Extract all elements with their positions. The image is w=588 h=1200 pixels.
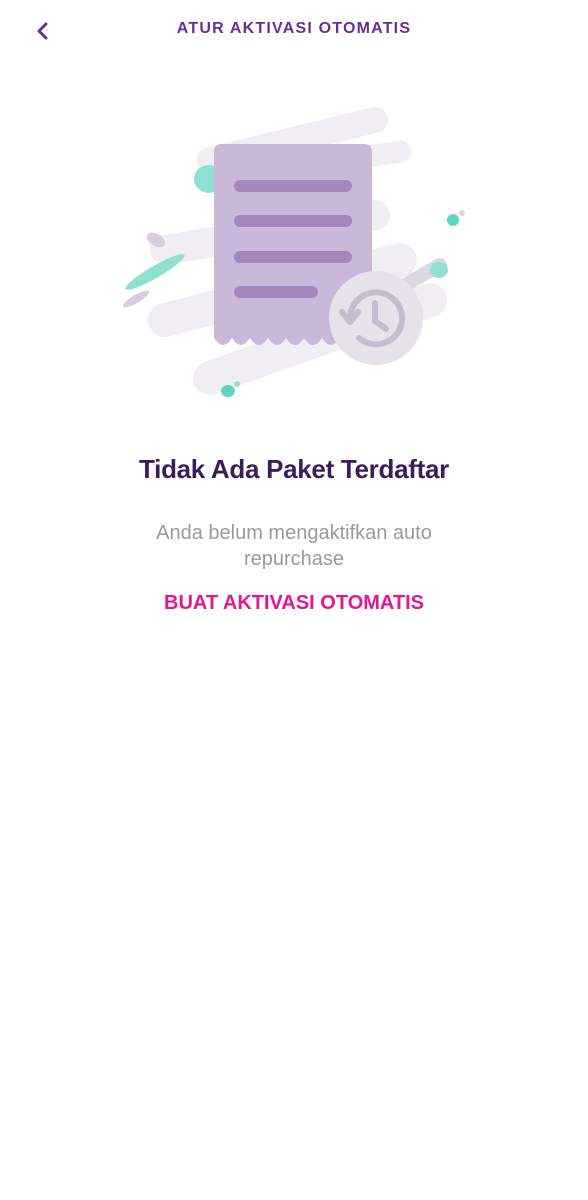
create-auto-activation-button[interactable]: BUAT AKTIVASI OTOMATIS xyxy=(60,592,528,615)
app-header: ATUR AKTIVASI OTOMATIS xyxy=(0,0,588,62)
receipt-history-illustration xyxy=(110,100,480,410)
empty-state-title: Tidak Ada Paket Terdaftar xyxy=(139,454,449,484)
empty-state-description: Anda belum mengaktifkan auto repurchase xyxy=(156,522,432,570)
page-title: ATUR AKTIVASI OTOMATIS xyxy=(176,20,412,37)
